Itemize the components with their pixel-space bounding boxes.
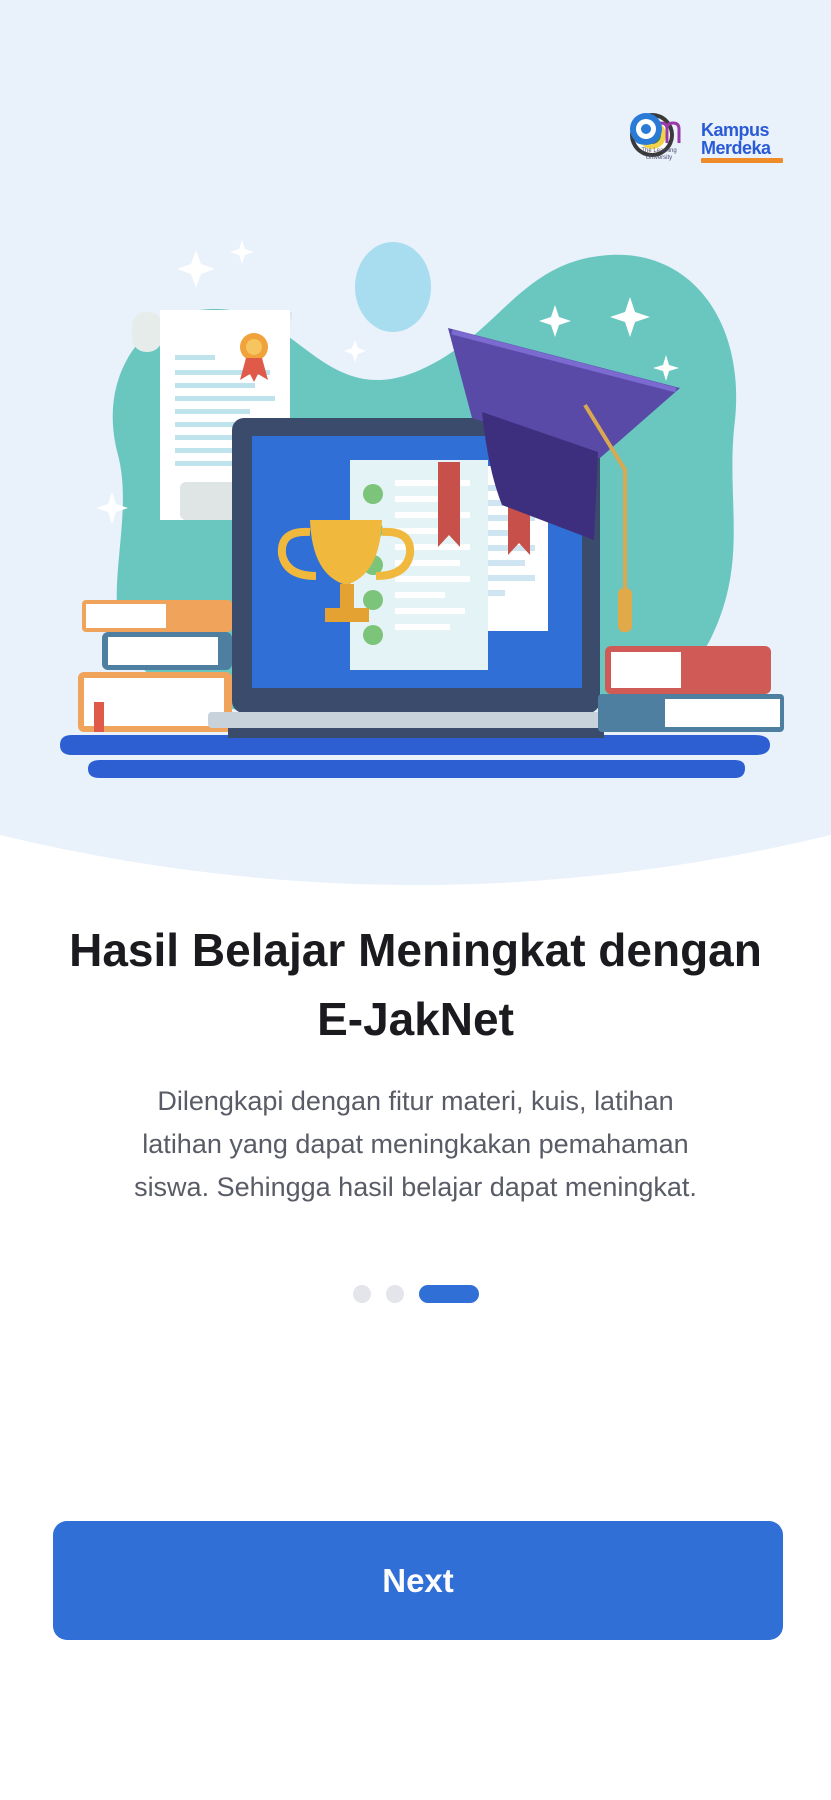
page-dot-3-active bbox=[418, 1285, 479, 1303]
onboarding-title: Hasil Belajar Meningkat dengan E-JakNet bbox=[69, 924, 762, 1045]
kampus-merdeka-underline bbox=[701, 158, 783, 163]
um-tagline: The Learning University bbox=[641, 148, 677, 161]
kampus-merdeka-logo: Kampus Merdeka bbox=[630, 113, 783, 163]
partner-logos: The Learning University Kampus Merdeka bbox=[629, 112, 783, 172]
kampus-word: Kampus bbox=[701, 120, 770, 140]
page-dot-1 bbox=[352, 1285, 371, 1303]
kampus-merdeka-emblem-icon bbox=[630, 113, 662, 145]
page-indicator bbox=[0, 1285, 831, 1303]
merdeka-word: Merdeka bbox=[701, 138, 771, 158]
page-dot-2 bbox=[385, 1285, 404, 1303]
hero-illustration: The Learning University Kampus Merdeka bbox=[0, 0, 831, 900]
onboarding-description: Dilengkapi dengan fitur materi, kuis, la… bbox=[134, 1086, 697, 1202]
next-button[interactable]: Next bbox=[53, 1521, 783, 1640]
